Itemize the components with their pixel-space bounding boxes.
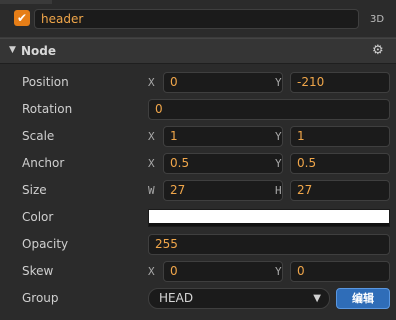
scale-y-field[interactable]: 1 — [290, 126, 390, 147]
color-swatch[interactable] — [148, 209, 390, 227]
anchor-label: Anchor — [22, 156, 65, 170]
size-row: Size W 27 H 27 — [0, 177, 396, 204]
group-select[interactable]: HEAD ▼ — [148, 288, 330, 309]
scale-y-axis-label: Y — [275, 130, 282, 143]
position-y-axis-label: Y — [275, 76, 282, 89]
skew-x-axis-label: X — [148, 265, 155, 278]
scale-label: Scale — [22, 129, 55, 143]
panel-top-strip — [0, 0, 396, 4]
section-title: Node — [21, 44, 57, 58]
position-label: Position — [22, 75, 69, 89]
skew-x-field[interactable]: 0 — [163, 261, 283, 282]
3d-toggle-label[interactable]: 3D — [370, 14, 384, 25]
panel-tab[interactable] — [0, 0, 52, 4]
position-x-field[interactable]: 0 — [163, 72, 283, 93]
group-label: Group — [22, 291, 59, 305]
skew-y-field[interactable]: 0 — [290, 261, 390, 282]
size-width-field[interactable]: 27 — [163, 180, 283, 201]
edit-group-button[interactable]: 编辑 — [336, 288, 390, 309]
anchor-x-field[interactable]: 0.5 — [163, 153, 283, 174]
position-row: Position X 0 Y -210 — [0, 69, 396, 96]
group-row: Group HEAD ▼ 编辑 — [0, 285, 396, 312]
opacity-field[interactable]: 255 — [148, 234, 390, 255]
rotation-label: Rotation — [22, 102, 73, 116]
color-row: Color — [0, 204, 396, 231]
position-x-axis-label: X — [148, 76, 155, 89]
chevron-down-icon: ▼ — [313, 293, 321, 304]
rotation-field[interactable]: 0 — [148, 99, 390, 120]
size-height-field[interactable]: 27 — [290, 180, 390, 201]
size-h-axis-label: H — [275, 184, 282, 197]
position-y-field[interactable]: -210 — [290, 72, 390, 93]
anchor-y-axis-label: Y — [275, 157, 282, 170]
anchor-y-field[interactable]: 0.5 — [290, 153, 390, 174]
skew-y-axis-label: Y — [275, 265, 282, 278]
node-name-input[interactable]: header — [34, 9, 359, 29]
skew-row: Skew X 0 Y 0 — [0, 258, 396, 285]
anchor-x-axis-label: X — [148, 157, 155, 170]
group-selected-value: HEAD — [159, 291, 194, 305]
gear-icon[interactable]: ⚙ — [372, 43, 384, 58]
anchor-row: Anchor X 0.5 Y 0.5 — [0, 150, 396, 177]
node-section-header[interactable]: ▼ Node ⚙ — [0, 38, 396, 64]
scale-row: Scale X 1 Y 1 — [0, 123, 396, 150]
size-w-axis-label: W — [148, 184, 155, 197]
color-label: Color — [22, 210, 54, 224]
collapse-caret-icon[interactable]: ▼ — [9, 45, 16, 55]
rotation-row: Rotation 0 — [0, 96, 396, 123]
scale-x-axis-label: X — [148, 130, 155, 143]
node-header: ✔ header 3D — [0, 6, 396, 32]
scale-x-field[interactable]: 1 — [163, 126, 283, 147]
node-active-checkbox[interactable]: ✔ — [14, 10, 30, 26]
alpha-bar — [149, 223, 389, 226]
skew-label: Skew — [22, 264, 54, 278]
opacity-row: Opacity 255 — [0, 231, 396, 258]
opacity-label: Opacity — [22, 237, 69, 251]
checkmark-icon: ✔ — [16, 11, 28, 25]
size-label: Size — [22, 183, 47, 197]
